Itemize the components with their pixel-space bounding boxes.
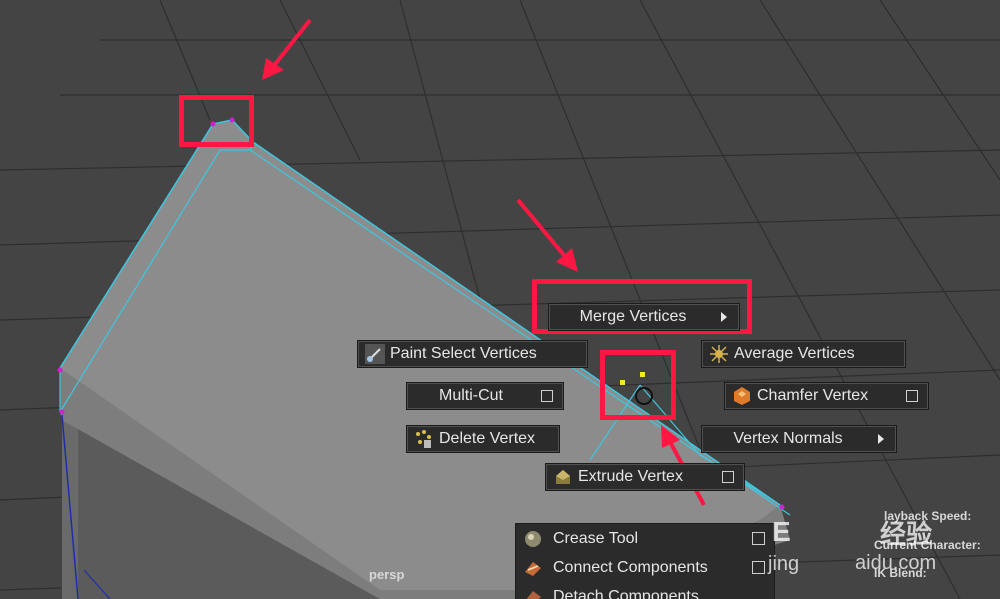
watermark-letter: E <box>772 516 791 547</box>
annotation-box-center <box>600 350 676 420</box>
context-menu[interactable]: Crease Tool Connect Components Detach Co… <box>515 523 775 599</box>
crease-tool-label: Crease Tool <box>553 529 639 547</box>
chamfer-vertex-label: Chamfer Vertex <box>757 387 869 404</box>
delete-vertex-label: Delete Vertex <box>439 430 536 447</box>
connect-components-item[interactable]: Connect Components <box>516 553 774 582</box>
chamfer-vertex-icon <box>734 387 750 405</box>
option-box-icon[interactable] <box>906 390 918 402</box>
viewport-canvas[interactable] <box>0 0 1000 599</box>
extrude-vertex-label: Extrude Vertex <box>578 468 683 485</box>
paint-brush-icon <box>365 344 385 364</box>
crease-tool-item[interactable]: Crease Tool <box>516 524 774 553</box>
chamfer-vertex-item[interactable]: Chamfer Vertex <box>724 382 929 410</box>
merge-vertices-label: Merge Vertices <box>579 308 687 325</box>
option-box-icon[interactable] <box>752 561 765 574</box>
watermark-brand: 经验 <box>880 519 933 549</box>
annotation-box-top-vertex <box>179 95 254 147</box>
delete-vertex-icon <box>416 430 431 448</box>
paint-select-vertices-item[interactable]: Paint Select Vertices <box>357 340 588 368</box>
average-vertices-item[interactable]: Average Vertices <box>701 340 906 368</box>
watermark-site-partial: jing <box>768 553 800 575</box>
vertex-normals-item[interactable]: Vertex Normals <box>701 425 897 453</box>
multi-cut-label: Multi-Cut <box>438 387 503 404</box>
connect-components-label: Connect Components <box>553 558 708 576</box>
extrude-vertex-item[interactable]: Extrude Vertex <box>545 463 745 491</box>
multi-cut-item[interactable]: Multi-Cut <box>406 382 564 410</box>
maya-viewport[interactable]: Merge Vertices Paint Select Vertices Ave… <box>0 0 1000 599</box>
extrude-vertex-icon <box>556 470 570 484</box>
submenu-arrow-icon <box>721 312 727 322</box>
option-box-icon[interactable] <box>752 532 765 545</box>
detach-components-icon <box>526 590 541 599</box>
camera-label: persp <box>369 567 405 582</box>
connect-components-icon <box>525 561 541 576</box>
detach-components-item[interactable]: Detach Components <box>516 582 774 599</box>
option-box-icon[interactable] <box>722 471 734 483</box>
delete-vertex-item[interactable]: Delete Vertex <box>406 425 560 453</box>
merge-vertices-item[interactable]: Merge Vertices <box>548 303 740 331</box>
average-vertices-label: Average Vertices <box>734 345 855 362</box>
average-vertices-icon <box>710 345 728 363</box>
crease-tool-icon <box>525 530 541 547</box>
vertex-normals-label: Vertex Normals <box>733 430 843 447</box>
option-box-icon[interactable] <box>541 390 553 402</box>
submenu-arrow-icon <box>878 434 884 444</box>
detach-components-label: Detach Components <box>553 587 699 599</box>
watermark-domain: aidu.com <box>855 552 937 574</box>
paint-select-vertices-label: Paint Select Vertices <box>390 345 537 362</box>
